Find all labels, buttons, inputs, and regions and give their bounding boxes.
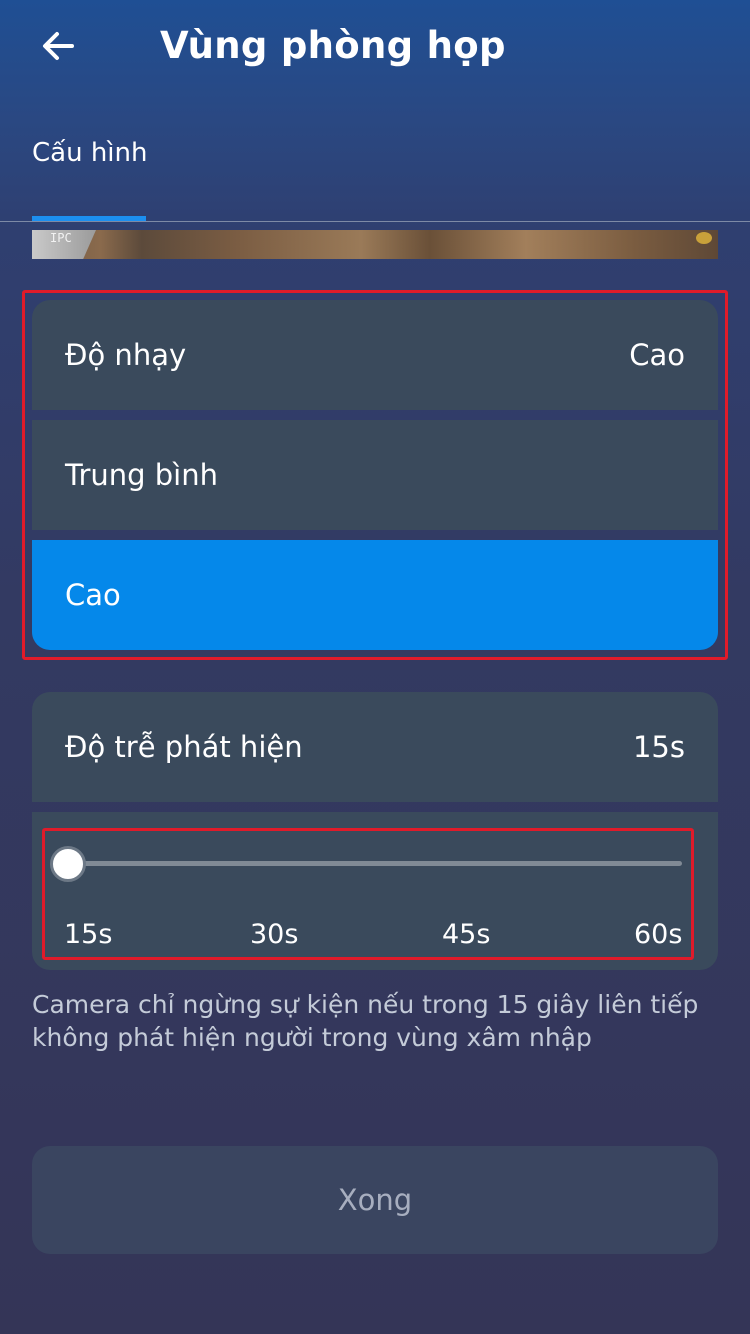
detection-delay-label: Độ trễ phát hiện xyxy=(65,730,303,764)
sensitivity-value: Cao xyxy=(629,338,685,372)
sensitivity-label: Độ nhạy xyxy=(65,338,187,372)
sensitivity-option-medium[interactable]: Trung bình xyxy=(32,420,718,530)
sensitivity-option-label: Cao xyxy=(65,578,121,612)
done-button[interactable]: Xong xyxy=(32,1146,718,1254)
arrow-left-icon xyxy=(43,32,74,60)
sensitivity-card: Độ nhạy Cao Trung bình Cao xyxy=(32,300,718,650)
slider-highlight-box xyxy=(42,828,694,960)
back-button[interactable] xyxy=(34,22,82,70)
detection-delay-description: Camera chỉ ngừng sự kiện nếu trong 15 gi… xyxy=(32,990,699,1052)
sensitivity-option-high[interactable]: Cao xyxy=(32,540,718,650)
camera-preview: IPC xyxy=(32,230,718,259)
camera-preview-object xyxy=(696,232,712,244)
camera-overlay-label: IPC xyxy=(50,231,72,245)
detection-delay-value: 15s xyxy=(632,730,685,764)
page-title: Vùng phòng họp xyxy=(160,24,506,67)
sensitivity-header[interactable]: Độ nhạy Cao xyxy=(32,300,718,410)
tab-divider xyxy=(0,221,750,222)
detection-delay-header: Độ trễ phát hiện 15s xyxy=(32,692,718,802)
app-header: Vùng phòng họp xyxy=(0,0,750,95)
sensitivity-option-label: Trung bình xyxy=(65,458,218,492)
tab-configuration[interactable]: Cấu hình xyxy=(32,136,148,170)
